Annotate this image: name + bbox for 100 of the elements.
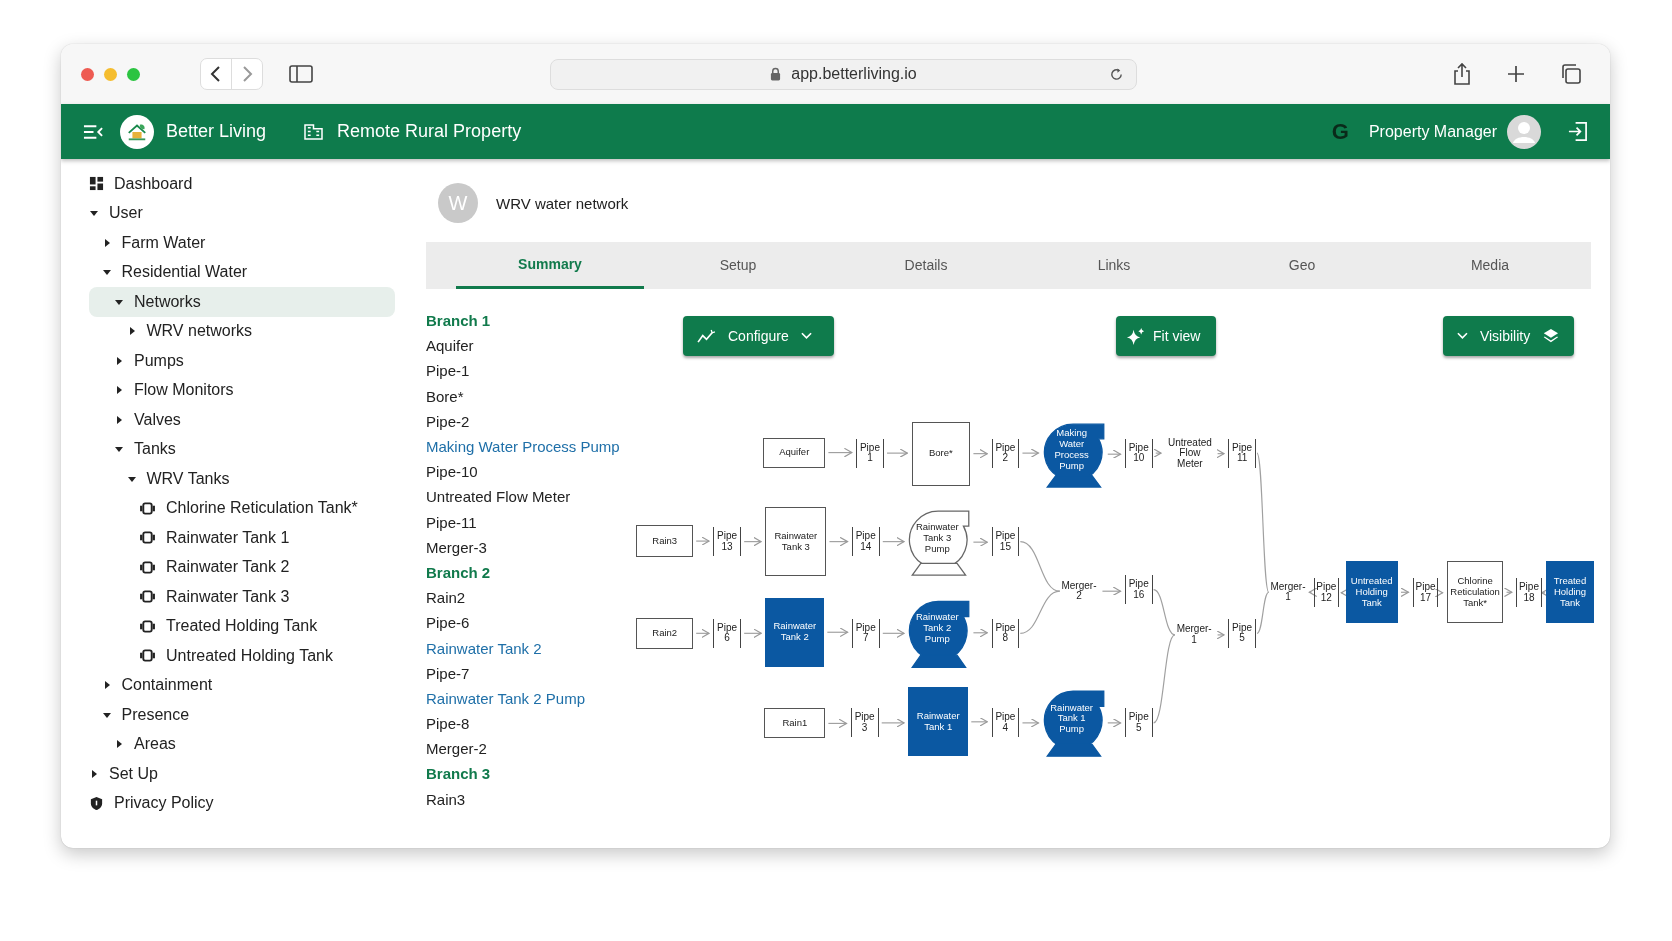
reload-icon[interactable] xyxy=(1109,66,1124,82)
pipe-node[interactable]: Pipe 6 xyxy=(713,618,741,648)
pipe-node[interactable]: Pipe 13 xyxy=(713,527,741,556)
property-name[interactable]: Remote Rural Property xyxy=(337,121,522,142)
pipe-node[interactable]: Pipe 5 xyxy=(1124,708,1153,738)
tab[interactable]: Summary xyxy=(456,242,644,289)
pipe-node[interactable]: Pipe 2 xyxy=(991,438,1020,468)
merger-node[interactable]: Merger-1 xyxy=(1173,621,1215,649)
sidebar-item[interactable]: Flow Monitors xyxy=(89,375,395,405)
flow-meter-node[interactable]: Untreated Flow Meter xyxy=(1165,434,1215,473)
logout-icon[interactable] xyxy=(1567,121,1588,142)
sidebar-item[interactable]: Farm Water xyxy=(89,228,395,258)
connector-arrow xyxy=(1308,587,1318,598)
connector-arrow xyxy=(1021,718,1040,728)
tank-icon xyxy=(139,560,156,574)
share-icon[interactable] xyxy=(1452,62,1472,86)
visibility-button[interactable]: Visibility xyxy=(1443,316,1574,356)
pipe-node[interactable]: Pipe 10 xyxy=(1124,438,1153,468)
caret-icon[interactable] xyxy=(114,414,124,425)
summary-link[interactable]: Making Water Process Pump xyxy=(426,433,629,460)
pipe-node[interactable]: Pipe 16 xyxy=(1124,575,1153,604)
user-avatar[interactable] xyxy=(1507,114,1541,149)
source-node[interactable]: Rain3 xyxy=(636,525,693,558)
sidebar-item[interactable]: WRV networks xyxy=(89,316,395,346)
pipe-node[interactable]: Pipe 4 xyxy=(991,708,1020,738)
sidebar-item[interactable]: Rainwater Tank 1 xyxy=(89,523,395,553)
pipe-node[interactable]: Pipe 17 xyxy=(1412,578,1439,608)
pipe-node[interactable]: Pipe 15 xyxy=(991,527,1020,556)
network-title: WRV water network xyxy=(496,194,629,212)
tab[interactable]: Details xyxy=(832,242,1020,289)
connector-arrow xyxy=(881,718,905,728)
sidebar-item[interactable]: Untreated Holding Tank xyxy=(89,641,395,671)
sidebar-item[interactable]: Tanks xyxy=(89,434,395,464)
source-node[interactable]: Rain1 xyxy=(764,708,826,739)
close-icon[interactable] xyxy=(81,67,94,81)
tab[interactable]: Links xyxy=(1020,242,1208,289)
sidebar-item[interactable]: Rainwater Tank 3 xyxy=(89,582,395,612)
sidebar-item[interactable]: Presence xyxy=(89,700,395,730)
tab[interactable]: Geo xyxy=(1208,242,1396,289)
pipe-node[interactable]: Pipe 18 xyxy=(1516,578,1542,608)
pipe-node[interactable]: Pipe 11 xyxy=(1228,438,1256,468)
pipe-node[interactable]: Pipe 8 xyxy=(991,618,1020,648)
tab[interactable]: Media xyxy=(1396,242,1584,289)
branch-heading: Branch 1 xyxy=(426,311,492,332)
connector-arrow xyxy=(1101,586,1122,597)
sidebar-item[interactable]: Rainwater Tank 2 xyxy=(89,552,395,582)
tank-node[interactable]: Bore* xyxy=(911,421,971,486)
sidebar-item[interactable]: Residential Water xyxy=(89,257,395,287)
sidebar-item[interactable]: Areas xyxy=(89,729,395,759)
tab[interactable]: Setup xyxy=(644,242,832,289)
connector-arrow xyxy=(1503,587,1513,598)
connector-arrow xyxy=(882,628,905,639)
sidebar-item[interactable]: Pumps xyxy=(89,346,395,376)
tank-node[interactable]: Treated Holding Tank xyxy=(1546,561,1594,624)
merger-node[interactable]: Merger-1 xyxy=(1267,578,1309,607)
menu-icon[interactable] xyxy=(83,123,104,140)
source-node[interactable]: Aquifer xyxy=(763,437,826,468)
pipe-node[interactable]: Pipe 14 xyxy=(851,527,880,556)
sidebar-item[interactable]: Set Up xyxy=(89,759,395,789)
sidebar-item[interactable]: WRV Tanks xyxy=(89,464,395,494)
sidebar-item[interactable]: Containment xyxy=(89,670,395,700)
sidebar-item[interactable]: Dashboard xyxy=(89,169,395,199)
caret-icon[interactable] xyxy=(114,355,124,366)
connector-arrow xyxy=(1434,587,1444,598)
source-node[interactable]: Rain2 xyxy=(636,617,693,649)
pipe-node[interactable]: Pipe 12 xyxy=(1313,578,1340,608)
tank-node[interactable]: Untreated Holding Tank xyxy=(1345,561,1398,624)
shield-icon xyxy=(89,795,104,811)
sidebar-toggle-icon[interactable] xyxy=(289,64,313,84)
sidebar-item[interactable]: Valves xyxy=(89,405,395,435)
tank-node[interactable]: Chlorine Reticulation Tank* xyxy=(1446,561,1504,624)
tank-icon xyxy=(139,619,156,633)
merger-node[interactable]: Merger-2 xyxy=(1058,577,1100,606)
connector-arrow xyxy=(886,448,908,458)
pipe-node[interactable]: Pipe 1 xyxy=(856,438,884,468)
summary-link[interactable]: Rainwater Tank 2 xyxy=(426,635,629,661)
sidebar-item[interactable]: User xyxy=(89,198,395,228)
connector-arrow xyxy=(1021,448,1040,458)
new-tab-icon[interactable] xyxy=(1506,64,1526,84)
configure-button[interactable]: Configure xyxy=(683,316,834,356)
tabs-icon[interactable] xyxy=(1560,63,1582,85)
summary-link[interactable]: Rainwater Tank 2 Pump xyxy=(426,685,629,711)
tank-node[interactable]: Rainwater Tank 1 xyxy=(908,687,969,757)
caret-icon[interactable] xyxy=(89,768,99,779)
tank-node[interactable]: Rainwater Tank 3 xyxy=(765,506,827,577)
pipe-node[interactable]: Pipe 7 xyxy=(851,618,880,648)
sidebar-item[interactable]: Networks xyxy=(89,287,395,317)
chart-icon xyxy=(697,328,716,344)
fit-view-button[interactable]: Fit view xyxy=(1116,316,1216,356)
pipe-node[interactable]: Pipe 3 xyxy=(850,708,879,738)
sidebar-item[interactable]: Chlorine Reticulation Tank* xyxy=(89,493,395,523)
tank-node[interactable]: Rainwater Tank 2 xyxy=(765,597,825,667)
address-bar[interactable]: app.betterliving.io xyxy=(550,58,1137,90)
dashboard-icon xyxy=(89,176,104,192)
caret-icon[interactable] xyxy=(114,385,124,396)
sidebar-item[interactable]: Treated Holding Tank xyxy=(89,611,395,641)
user-name[interactable]: Property Manager xyxy=(1368,122,1497,141)
pipe-node[interactable]: Pipe 5 xyxy=(1228,618,1256,648)
sidebar-item[interactable]: Privacy Policy xyxy=(89,788,395,818)
caret-icon[interactable] xyxy=(114,739,124,750)
